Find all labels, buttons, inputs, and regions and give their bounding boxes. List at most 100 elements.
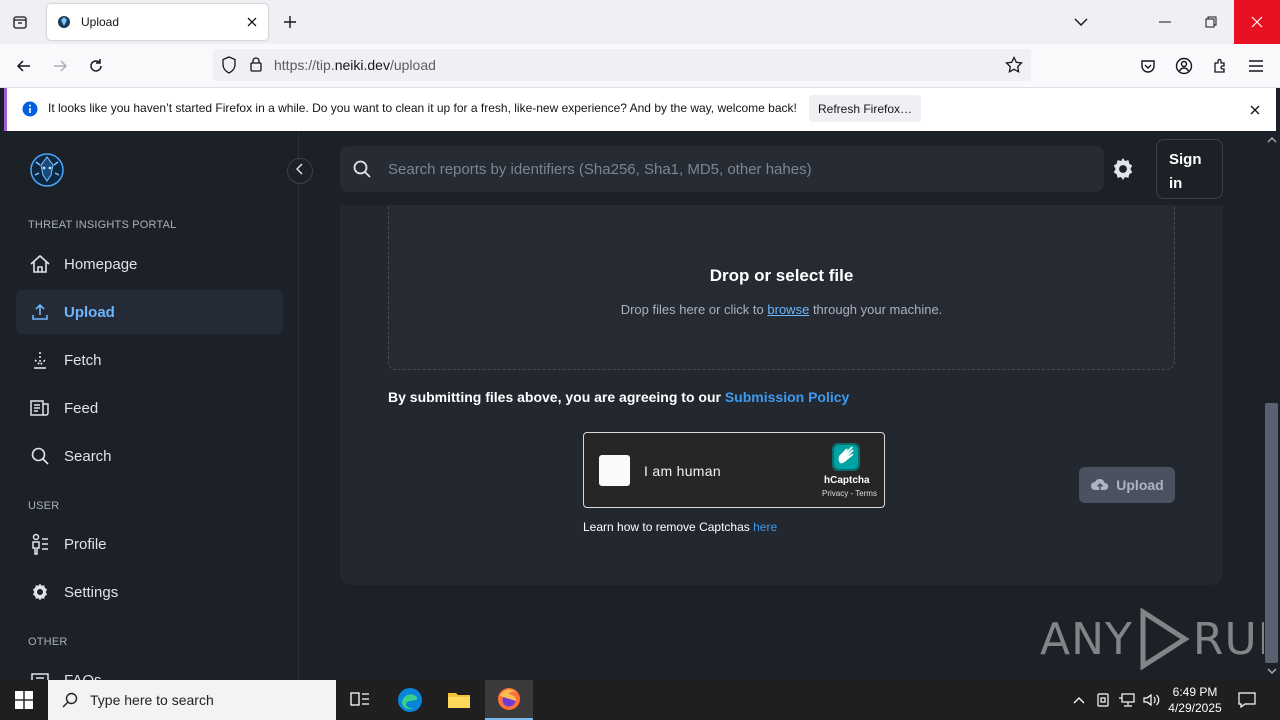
sidebar: THREAT INSIGHTS PORTAL Homepage Upload F… [0,133,299,680]
upload-button-label: Upload [1116,477,1164,493]
url-path: /upload [389,57,436,73]
portal-logo[interactable] [28,151,68,191]
taskbar-search-placeholder: Type here to search [90,692,214,708]
site-favicon-icon [57,15,71,29]
lock-icon[interactable] [249,56,263,77]
tab-list-icon[interactable] [8,10,32,34]
sidebar-item-upload[interactable]: Upload [16,290,283,334]
sign-in-button[interactable]: Sign in [1156,139,1223,199]
captcha-terms[interactable]: Privacy - Terms [822,489,877,498]
captcha-help-link[interactable]: here [753,520,777,534]
sidebar-item-settings[interactable]: Settings [16,570,283,614]
taskbar-search-box[interactable]: Type here to search [48,680,336,720]
url-domain: neiki.dev [334,57,390,73]
tray-overflow-chevron-icon[interactable] [1069,690,1089,710]
feed-icon [28,396,52,420]
file-explorer-icon[interactable] [435,680,483,720]
menu-icon[interactable] [1242,52,1270,80]
scroll-up-icon[interactable] [1264,135,1280,145]
notification-close-icon[interactable] [1250,102,1260,120]
gear-icon[interactable] [1109,155,1137,183]
sidebar-item-homepage[interactable]: Homepage [16,242,283,286]
policy-text: By submitting files above, you are agree… [388,389,721,405]
tray-device-icon[interactable] [1093,690,1113,710]
pocket-icon[interactable] [1134,52,1162,80]
browser-tab-bar: Upload [0,0,1280,44]
faq-icon [28,668,52,680]
upload-icon [28,300,52,324]
account-icon[interactable] [1170,52,1198,80]
sidebar-item-faqs[interactable]: FAQs [16,658,283,680]
url-text: https://tip.neiki.dev/upload [274,57,436,73]
sidebar-item-label: Upload [64,303,115,321]
submission-policy-link[interactable]: Submission Policy [725,389,849,405]
new-tab-icon[interactable] [278,10,302,34]
sidebar-item-label: Search [64,447,112,465]
drop-sub-text-end: through your machine. [812,302,943,317]
chevron-left-icon [295,162,304,180]
forward-icon[interactable] [46,52,74,80]
captcha-help-text: Learn how to remove Captchas [583,520,750,534]
window-close-icon[interactable] [1234,0,1280,44]
captcha-help: Learn how to remove Captchas here [583,520,777,534]
task-view-icon[interactable] [336,680,384,720]
gear-icon [28,580,52,604]
system-clock[interactable]: 6:49 PM 4/29/2025 [1164,684,1226,716]
back-icon[interactable] [10,52,38,80]
home-icon [28,252,52,276]
windows-start-icon[interactable] [0,680,48,720]
section-portal-label: THREAT INSIGHTS PORTAL [28,219,177,231]
network-icon[interactable] [1117,690,1137,710]
extensions-icon[interactable] [1206,52,1234,80]
url-prefix: https://tip. [274,57,335,73]
sidebar-item-fetch[interactable]: Fetch [16,338,283,382]
captcha-brand: hCaptcha [824,475,870,486]
scroll-down-icon[interactable] [1264,666,1280,676]
sidebar-collapse-button[interactable] [287,158,313,184]
edge-browser-icon[interactable] [386,680,434,720]
windows-taskbar: Type here to search 6:49 PM 4/29/2025 [0,680,1280,720]
notification-center-icon[interactable] [1237,690,1257,710]
tab-overflow-chevron-icon[interactable] [1058,0,1104,44]
firefox-taskbar-icon[interactable] [485,680,533,720]
fetch-icon [28,348,52,372]
restore-icon[interactable] [1188,0,1234,44]
search-icon [28,444,52,468]
minimize-icon[interactable] [1142,0,1188,44]
sidebar-item-profile[interactable]: Profile [16,522,283,566]
sidebar-item-label: Settings [64,583,119,601]
sidebar-item-feed[interactable]: Feed [16,386,283,430]
search-icon [62,692,78,708]
upload-button[interactable]: Upload [1079,467,1175,503]
sidebar-item-label: Feed [64,399,99,417]
firefox-notification-bar: It looks like you haven’t started Firefo… [4,88,1276,131]
drop-sub-text: Drop files here or click to [620,302,764,317]
report-search-box [340,146,1104,192]
sidebar-item-label: Profile [64,535,107,553]
bookmark-star-icon[interactable] [1005,55,1023,79]
hcaptcha-logo-icon[interactable] [830,441,862,473]
tracking-shield-icon[interactable] [221,56,237,79]
volume-icon[interactable] [1141,690,1161,710]
url-bar[interactable]: https://tip.neiki.dev/upload [213,49,1031,81]
browser-tab-upload[interactable]: Upload [47,4,268,40]
notification-text: It looks like you haven’t started Firefo… [48,101,797,115]
watermark-left-text: ANY [1040,613,1133,665]
watermark-right-text: RUN [1192,613,1264,665]
sidebar-item-search[interactable]: Search [16,434,283,478]
page-viewport: THREAT INSIGHTS PORTAL Homepage Upload F… [0,133,1264,680]
tab-close-icon[interactable] [240,10,264,34]
sidebar-item-label: FAQs [64,671,102,681]
search-icon [350,157,374,181]
scrollbar-thumb[interactable] [1265,403,1278,663]
info-icon [22,101,38,122]
report-search-input[interactable] [388,146,1088,192]
browse-link[interactable]: browse [767,302,809,317]
hcaptcha-widget: I am human hCaptcha Privacy - Terms [583,432,885,508]
sidebar-item-label: Homepage [64,255,138,273]
refresh-firefox-button[interactable]: Refresh Firefox… [809,95,921,122]
drop-subtitle: Drop files here or click to browse throu… [389,302,1174,317]
reload-icon[interactable] [82,52,110,80]
drop-title: Drop or select file [709,266,854,285]
captcha-checkbox[interactable] [599,455,630,486]
